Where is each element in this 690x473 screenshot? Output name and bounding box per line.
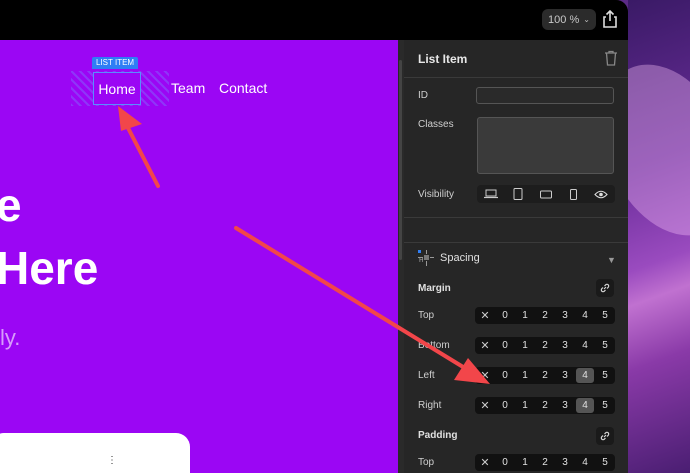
more-icon[interactable]: ⋮ [107,455,117,466]
chevron-down-icon: ⌄ [583,15,590,24]
padding-option[interactable]: 2 [536,455,554,470]
clear-icon[interactable]: ✕ [476,338,494,353]
margin-row-label: Right [418,400,442,411]
visibility-toggle-group [477,185,615,203]
spacing-icon: H [418,250,434,266]
margin-option[interactable]: 3 [556,368,574,383]
margin-option[interactable]: 0 [496,368,514,383]
panel-title: List Item [418,52,468,66]
scrollbar[interactable] [399,60,402,260]
margin-row-label: Top [418,310,435,321]
margin-option[interactable]: 2 [536,308,554,323]
padding-link-button[interactable] [596,427,614,445]
margin-link-button[interactable] [596,279,614,297]
margin-option[interactable]: 1 [516,338,534,353]
margin-option[interactable]: 0 [496,398,514,413]
nav-item-team[interactable]: Team [171,80,205,96]
caret-down-icon[interactable]: ▼ [607,255,616,265]
content-card[interactable]: ⋮ [0,433,190,473]
margin-option[interactable]: 1 [516,368,534,383]
padding-option[interactable]: 4 [576,455,594,470]
zoom-value: 100 % [548,13,580,26]
zoom-dropdown[interactable]: 100 % ⌄ [542,9,596,30]
clear-icon[interactable]: ✕ [476,398,494,413]
divider [404,217,628,218]
margin-option[interactable]: 2 [536,338,554,353]
nav-item-home[interactable]: Home [93,72,141,105]
margin-row-label: Left [418,370,435,381]
svg-text:H: H [419,257,424,264]
id-input[interactable] [476,87,614,104]
share-icon[interactable] [602,10,618,28]
divider [404,77,628,78]
clear-icon[interactable]: ✕ [476,308,494,323]
clear-icon[interactable]: ✕ [476,368,494,383]
classes-input[interactable] [477,117,614,174]
id-label: ID [418,90,428,101]
tablet-landscape-icon[interactable] [536,186,556,202]
margin-option[interactable]: 3 [556,338,574,353]
margin-option[interactable]: 4 [576,308,594,323]
spacing-title: Spacing [440,252,480,264]
visibility-label: Visibility [418,189,454,200]
app-window: 100 % ⌄ LIST ITEM Home Team Contact e He… [0,0,628,473]
margin-option[interactable]: 3 [556,398,574,413]
margin-option[interactable]: 4 [576,398,594,413]
margin-option[interactable]: 3 [556,308,574,323]
padding-row-label: Top [418,457,435,468]
margin-option[interactable]: 5 [596,368,614,383]
nav-item-contact[interactable]: Contact [219,80,267,96]
inspector-panel: List Item ID Classes Visibility H Spacin… [404,40,628,473]
margin-option[interactable]: 4 [576,338,594,353]
link-icon [600,283,610,293]
margin-option[interactable]: 5 [596,338,614,353]
selection-tag: LIST ITEM [92,57,139,69]
margin-option[interactable]: 1 [516,308,534,323]
eye-icon[interactable] [591,186,611,202]
margin-left-selector: ✕ 0 1 2 3 4 5 [475,367,615,384]
margin-option[interactable]: 2 [536,368,554,383]
hero-subtitle[interactable]: ly. [0,325,20,351]
trash-icon[interactable] [604,50,618,66]
margin-option[interactable]: 1 [516,398,534,413]
design-canvas[interactable]: LIST ITEM Home Team Contact e Here ly. ⋮ [0,40,398,473]
divider [404,242,628,243]
margin-bottom-selector: ✕ 0 1 2 3 4 5 [475,337,615,354]
padding-label: Padding [418,430,458,441]
clear-icon[interactable]: ✕ [476,455,494,470]
padding-option[interactable]: 0 [496,455,514,470]
margin-option[interactable]: 5 [596,398,614,413]
padding-option[interactable]: 3 [556,455,574,470]
title-bar: 100 % ⌄ [0,0,628,40]
spacing-section-header[interactable]: H Spacing [418,250,480,266]
tablet-icon[interactable] [508,186,528,202]
hero-heading-line-1[interactable]: e [0,182,22,228]
margin-label: Margin [418,283,451,294]
laptop-icon[interactable] [481,186,501,202]
padding-option[interactable]: 5 [596,455,614,470]
phone-icon[interactable] [564,186,584,202]
desktop-wallpaper [575,0,690,473]
margin-right-selector: ✕ 0 1 2 3 4 5 [475,397,615,414]
margin-top-selector: ✕ 0 1 2 3 4 5 [475,307,615,324]
margin-row-label: Bottom [418,340,450,351]
margin-option[interactable]: 4 [576,368,594,383]
margin-option[interactable]: 0 [496,308,514,323]
link-icon [600,431,610,441]
hero-heading-line-2[interactable]: Here [0,245,98,291]
margin-option[interactable]: 0 [496,338,514,353]
padding-option[interactable]: 1 [516,455,534,470]
margin-option[interactable]: 5 [596,308,614,323]
padding-top-selector: ✕ 0 1 2 3 4 5 [475,454,615,471]
classes-label: Classes [418,119,454,130]
margin-option[interactable]: 2 [536,398,554,413]
